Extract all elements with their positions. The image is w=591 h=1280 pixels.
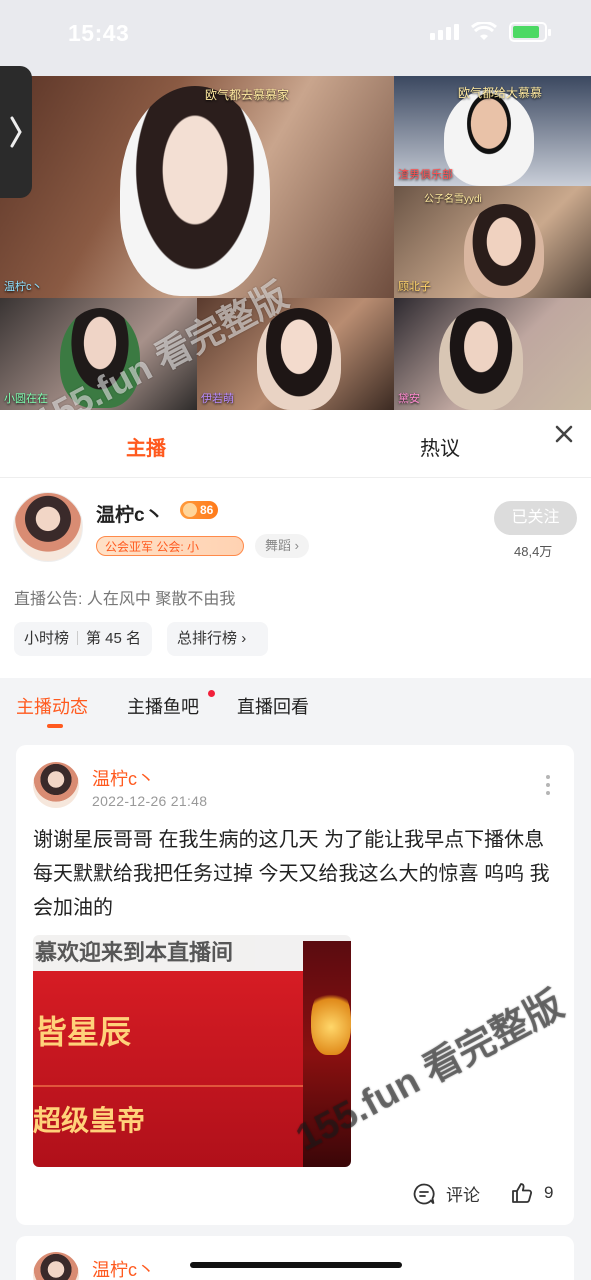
signal-icon [430, 24, 459, 40]
tile-name: 伊若萌 [201, 393, 234, 405]
tile-name: 温柠c丶 [4, 281, 43, 293]
post-date: 2022-12-26 21:48 [92, 793, 208, 809]
image-text-mid: 皆星辰 [35, 1014, 132, 1050]
post-author[interactable]: 温柠c丶 [92, 1256, 155, 1280]
tab-fish-bar[interactable]: 主播鱼吧 [127, 693, 199, 719]
hour-rank-label: 小时榜 [24, 630, 70, 647]
close-icon [555, 425, 573, 443]
post-text: 谢谢星辰哥哥 在我生病的这几天 为了能让我早点下播休息 每天默默给我把任务过掉 … [33, 829, 550, 919]
active-tab-indicator [47, 724, 63, 728]
notice-label: 直播公告: [14, 591, 83, 608]
host-panel: 主播 热议 温柠c丶 86 公会亚军 公会: 小 舞蹈 › 已关注 48,4万 … [0, 410, 591, 1280]
tile-name: 渣男俱乐部 [398, 169, 453, 181]
close-button[interactable] [551, 422, 577, 448]
chevron-right-icon: › [294, 538, 299, 553]
tab-replay[interactable]: 直播回看 [237, 693, 309, 719]
like-button[interactable]: 9 [510, 1181, 553, 1205]
feed-tabs: 主播动态 主播鱼吧 直播回看 [0, 678, 591, 734]
stream-notice: 直播公告: 人在风中 聚散不由我 [14, 585, 235, 609]
tile-name: 黛安 [398, 393, 420, 405]
category-label: 舞蹈 [265, 538, 292, 553]
post-avatar[interactable] [33, 762, 79, 808]
post-avatar[interactable] [33, 1252, 79, 1280]
post-card[interactable]: 温柠c丶 [16, 1236, 574, 1280]
tile-caption: 公子名雪yydi [424, 194, 482, 205]
total-rank-label: 总排行榜 [177, 630, 238, 647]
video-tile[interactable]: 公子名雪yydi 顾北子 [394, 186, 591, 298]
tab-host[interactable]: 主播 [126, 432, 166, 461]
image-text-bottom: 超级皇帝 [33, 1105, 146, 1136]
hour-rank-value: 第 45 名 [86, 630, 142, 647]
category-tag[interactable]: 舞蹈 › [255, 534, 309, 558]
thumbs-up-icon [512, 1183, 533, 1203]
tab-host-moments[interactable]: 主播动态 [16, 693, 88, 719]
chevron-right-icon [10, 116, 22, 148]
unread-dot [208, 690, 215, 697]
comment-button[interactable]: 评论 [412, 1181, 480, 1206]
status-bar: 15:43 [0, 0, 591, 76]
hour-rank-pill[interactable]: 小时榜第 45 名 [14, 622, 152, 656]
total-rank-button[interactable]: 总排行榜 › [167, 622, 268, 656]
status-time: 15:43 [68, 20, 130, 46]
live-video-area[interactable]: 15:43 欧气都去慕慕家 温柠c丶 欧气都给大慕慕 渣男俱乐部 公子名雪yyd… [0, 0, 591, 410]
comment-icon [413, 1183, 435, 1204]
video-tile[interactable]: 黛安 [394, 298, 591, 410]
wifi-icon [471, 22, 497, 40]
like-count: 9 [544, 1183, 554, 1202]
host-name: 温柠c丶 [96, 505, 164, 526]
tile-name: 顾北子 [398, 281, 431, 293]
home-indicator [190, 1262, 402, 1268]
tile-caption: 欧气都给大慕慕 [458, 86, 543, 100]
host-avatar[interactable] [13, 492, 83, 562]
level-badge: 86 [180, 501, 219, 519]
tile-caption: 欧气都去慕慕家 [205, 88, 290, 102]
battery-icon [509, 22, 551, 42]
follower-count: 48,4万 [514, 544, 553, 559]
more-options-icon[interactable] [546, 775, 550, 795]
follow-button[interactable]: 已关注 [494, 501, 577, 535]
tab-discussion[interactable]: 热议 [420, 432, 460, 461]
video-tile-main[interactable]: 欧气都去慕慕家 温柠c丶 [0, 76, 394, 298]
panel-tabs: 主播 热议 [0, 410, 591, 478]
chevron-right-icon: › [241, 630, 247, 647]
post-card[interactable]: 温柠c丶 2022-12-26 21:48 谢谢星辰哥哥 在我生病的这几天 为了… [16, 745, 574, 1225]
notice-text: 人在风中 聚散不由我 [86, 591, 236, 608]
comment-label: 评论 [446, 1186, 480, 1205]
video-tile[interactable]: 欧气都给大慕慕 渣男俱乐部 [394, 76, 591, 186]
side-drawer-handle[interactable] [0, 66, 32, 198]
post-author[interactable]: 温柠c丶 [92, 765, 155, 791]
guild-badge[interactable]: 公会亚军 公会: 小 [96, 536, 244, 556]
